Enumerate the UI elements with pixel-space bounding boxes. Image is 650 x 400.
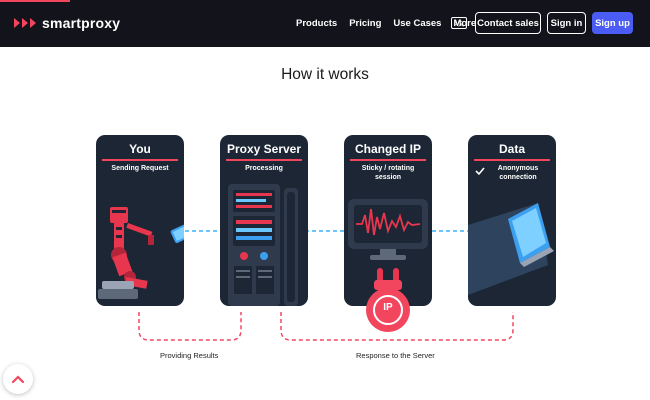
ip-badge-icon [366,268,410,332]
card-title: Proxy Server [226,142,302,156]
card-title: You [129,142,151,156]
nav-products[interactable]: Products [296,18,337,29]
card-underline [102,159,178,161]
check-icon [475,167,485,176]
language-icon[interactable]: A文 [451,17,467,29]
sign-up-button[interactable]: Sign up [592,12,633,34]
ip-badge-label: IP [383,302,393,313]
card-title: Changed IP [354,142,421,156]
top-accent-stripe [0,0,70,2]
main-nav: Products Pricing Use Cases More [296,18,476,29]
scroll-to-top-button[interactable] [3,364,33,394]
card-underline [474,159,550,161]
card-data: Data Anonymous connection [468,135,556,306]
card-subtitle: Sending Request [111,165,169,172]
card-underline [350,159,426,161]
card-subtitle: Processing [245,165,283,172]
chevron-up-icon [11,375,25,384]
card-you: You Sending Request [96,135,184,306]
brand-logo[interactable]: smartproxy [14,15,120,31]
card-proxy-server: Proxy Server Processing [220,135,308,306]
sign-in-button[interactable]: Sign in [547,12,586,34]
card-subtitle: Sticky / rotating session [361,165,415,181]
card-subtitle: Anonymous connection [497,165,539,181]
section-title: How it works [281,66,369,83]
card-title: Data [498,142,525,156]
card-underline [226,159,302,161]
contact-sales-button[interactable]: Contact sales [475,12,541,34]
laptop-beam-icon [468,203,554,295]
nav-pricing[interactable]: Pricing [349,18,381,29]
return-path-left [138,312,242,341]
brand-mark-icon [14,18,36,28]
robot-arm-icon [98,207,184,299]
nav-use-cases[interactable]: Use Cases [393,18,441,29]
brand-name: smartproxy [42,15,121,31]
top-navigation-bar: smartproxy Products Pricing Use Cases Mo… [0,0,650,47]
server-icon [228,184,298,306]
flow-label-response-to-server: Response to the Server [356,351,435,360]
flow-label-providing-results: Providing Results [160,351,219,360]
